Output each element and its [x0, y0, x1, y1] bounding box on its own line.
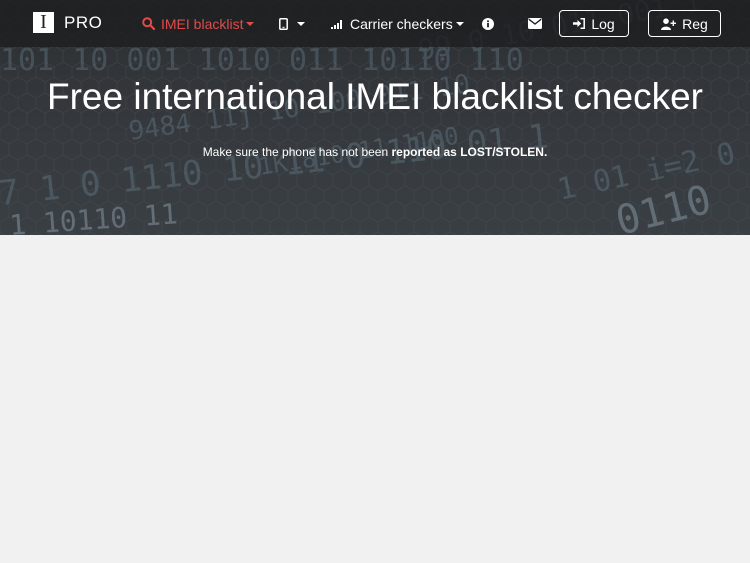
- top-navbar: I PRO IMEI blacklist Carrier checkers Lo…: [0, 0, 750, 47]
- login-button[interactable]: Log: [559, 10, 629, 37]
- nav-imei-blacklist-label: IMEI blacklist: [161, 15, 244, 32]
- nav-carrier-checkers[interactable]: Carrier checkers: [331, 0, 464, 47]
- user-plus-icon: [661, 17, 677, 30]
- nav-carrier-checkers-label: Carrier checkers: [350, 15, 453, 32]
- hero-subtitle-emphasis: reported as LOST/STOLEN.: [391, 145, 548, 159]
- main-content-area: [0, 235, 750, 563]
- info-icon: [482, 17, 494, 30]
- envelope-icon: [528, 18, 542, 29]
- hero-subtitle-text: Make sure the phone has not been: [202, 145, 389, 159]
- chevron-down-icon: [297, 21, 305, 26]
- page-title: Free international IMEI blacklist checke…: [47, 76, 703, 117]
- register-button-label: Reg: [682, 15, 708, 32]
- nav-phone-dropdown[interactable]: [279, 0, 305, 47]
- brand-name: PRO: [64, 12, 103, 32]
- register-button[interactable]: Reg: [648, 10, 721, 37]
- hero-banner: 101 10 001 1010 011 10110 110 9484 11j 1…: [0, 0, 750, 235]
- login-button-label: Log: [591, 15, 615, 32]
- hero-subtitle: Make sure the phone has not been reporte…: [0, 145, 750, 159]
- brand-logo: I: [33, 12, 54, 33]
- sign-in-icon: [573, 18, 586, 29]
- nav-info[interactable]: [482, 0, 494, 47]
- nav-imei-blacklist[interactable]: IMEI blacklist: [142, 0, 255, 47]
- nav-contact[interactable]: [528, 0, 542, 47]
- search-icon: [142, 17, 155, 30]
- chevron-down-icon: [246, 21, 255, 26]
- signal-icon: [331, 18, 344, 29]
- brand[interactable]: I PRO: [33, 12, 102, 33]
- chevron-down-icon: [455, 21, 464, 26]
- phone-icon: [279, 17, 288, 30]
